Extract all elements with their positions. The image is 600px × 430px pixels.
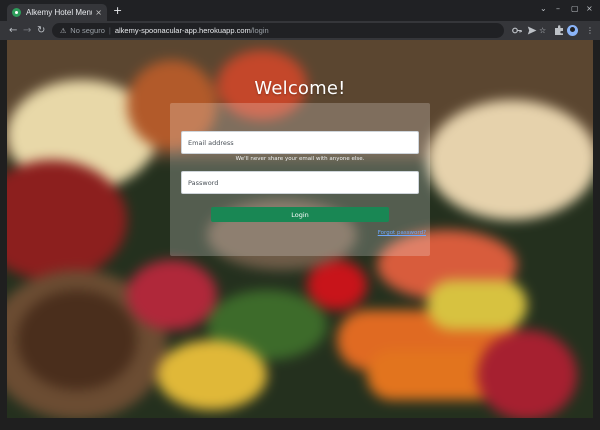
- tab-strip: Alkemy Hotel Menu × + ⌄ – ▢ ×: [0, 0, 600, 21]
- url-host: alkemy-spoonacular-app.herokuapp.com: [114, 26, 251, 35]
- new-tab-button[interactable]: +: [113, 4, 122, 18]
- menu-icon[interactable]: ⋮: [586, 25, 594, 36]
- tab-alkemy-hotel-menu[interactable]: Alkemy Hotel Menu ×: [7, 4, 107, 21]
- forward-button[interactable]: →: [23, 24, 31, 37]
- browser-toolbar: ← → ↻ ⚠ No seguro | alkemy-spoonacular-a…: [0, 21, 600, 40]
- security-label: No seguro: [70, 26, 105, 35]
- maximize-button[interactable]: ▢: [571, 4, 579, 13]
- login-form: We'll never share your email with anyone…: [170, 103, 430, 256]
- profile-avatar[interactable]: [567, 25, 578, 36]
- star-icon[interactable]: ☆: [539, 25, 546, 36]
- browser-window: Alkemy Hotel Menu × + ⌄ – ▢ × ← → ↻ ⚠ No…: [0, 0, 600, 430]
- password-input[interactable]: [181, 171, 419, 194]
- key-icon[interactable]: [512, 25, 522, 36]
- email-input[interactable]: [181, 131, 419, 154]
- close-window-button[interactable]: ×: [586, 4, 593, 13]
- tab-search-icon[interactable]: ⌄: [540, 4, 547, 13]
- back-button[interactable]: ←: [9, 24, 17, 37]
- page-title: Welcome!: [254, 78, 346, 99]
- login-button[interactable]: Login: [211, 207, 389, 222]
- address-bar[interactable]: ⚠ No seguro | alkemy-spoonacular-app.her…: [52, 23, 504, 38]
- tab-title: Alkemy Hotel Menu: [26, 8, 93, 17]
- forgot-password-link[interactable]: Forgot password?: [378, 230, 426, 236]
- page-viewport: Welcome! We'll never share your email wi…: [7, 40, 593, 418]
- tab-close-icon[interactable]: ×: [95, 8, 102, 17]
- send-icon[interactable]: [527, 25, 537, 36]
- extensions-icon[interactable]: [554, 25, 564, 36]
- warning-icon: ⚠: [60, 27, 67, 35]
- reload-button[interactable]: ↻: [37, 24, 45, 37]
- minimize-button[interactable]: –: [556, 4, 560, 13]
- address-divider: |: [108, 26, 111, 35]
- url-path: /login: [250, 26, 269, 35]
- site-favicon-icon: [12, 8, 21, 17]
- email-help-text: We'll never share your email with anyone…: [235, 156, 365, 162]
